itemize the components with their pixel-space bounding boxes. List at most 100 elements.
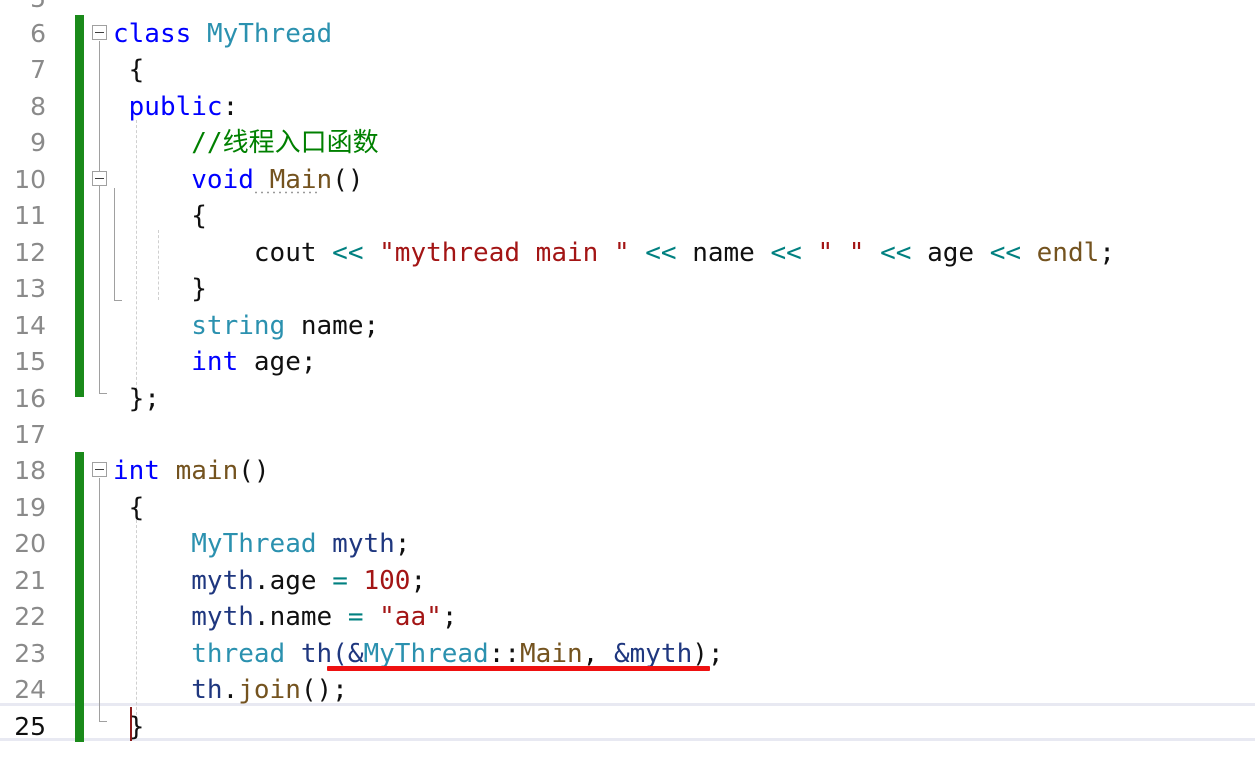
token-comment-thread-entry: //线程入口函数 [191, 128, 379, 158]
token-brace-open-class: { [128, 55, 145, 85]
code-line-9[interactable]: //线程入口函数 [113, 125, 379, 161]
token-member-name-22: name [269, 602, 333, 632]
line-number-18: 18 [14, 456, 46, 485]
token-brace-open-main: { [128, 493, 145, 523]
token-comma-23: , [582, 639, 599, 669]
token-semicolon-22: ; [441, 602, 458, 632]
token-ampersand-2: & [613, 639, 630, 669]
line-number-23: 23 [14, 639, 46, 668]
token-type-mythread-decl: MyThread [191, 529, 317, 559]
code-line-12[interactable]: cout << "mythread main " << name << " " … [113, 235, 1115, 271]
token-endl: endl [1036, 238, 1100, 268]
token-number-100: 100 [363, 566, 411, 596]
token-parens-join: (); [300, 675, 348, 705]
line-number-5: 5 [0, 0, 46, 17]
token-semicolon-20: ; [394, 529, 411, 559]
text-caret [130, 707, 132, 741]
token-local-th: th [300, 639, 333, 669]
token-semicolon-15: ; [300, 347, 317, 377]
token-operator-insert-3: << [770, 238, 802, 268]
code-line-13[interactable]: } [113, 271, 207, 307]
token-member-name: name [692, 238, 755, 268]
change-bar-segment-2 [75, 452, 84, 742]
token-keyword-void: void [191, 165, 254, 195]
code-line-15[interactable]: int age; [113, 344, 317, 380]
code-line-18[interactable]: int main() [113, 453, 270, 489]
token-operator-assign-21: = [332, 566, 348, 596]
token-keyword-int-field: int [191, 347, 239, 377]
token-field-name: name [300, 311, 364, 341]
code-line-7[interactable]: { [113, 52, 145, 88]
fold-bracket-end-fnmain [99, 721, 107, 722]
code-line-14[interactable]: string name; [113, 308, 379, 344]
token-member-age-21: age [269, 566, 317, 596]
line-number-25: 25 [14, 712, 46, 741]
code-line-11[interactable]: { [113, 198, 207, 234]
code-line-25[interactable]: } [113, 709, 145, 745]
token-function-join: join [238, 675, 301, 705]
token-type-thread: thread [191, 639, 286, 669]
token-keyword-int-main: int [113, 456, 160, 486]
token-dot-24: . [222, 675, 239, 705]
token-brace-close-class: }; [128, 384, 160, 414]
token-dot-22: . [253, 602, 270, 632]
code-line-16[interactable]: }; [113, 381, 160, 417]
fold-toggle-class-mythread[interactable] [92, 25, 107, 40]
token-keyword-class: class [113, 19, 192, 49]
token-brace-close-method: } [191, 274, 207, 304]
token-close-paren-semicolon-23: ); [692, 639, 724, 669]
code-line-10[interactable]: void Main() [113, 162, 364, 198]
code-line-19[interactable]: { [113, 490, 145, 526]
token-string-aa: "aa" [379, 602, 442, 632]
token-operator-insert-1: << [332, 238, 364, 268]
code-line-6[interactable]: class MyThread [113, 16, 332, 52]
fold-bracket-line-class [99, 41, 100, 393]
token-ampersand-1: & [347, 639, 364, 669]
token-stream-cout: cout [253, 238, 317, 268]
fold-toggle-method-main[interactable] [92, 171, 107, 186]
code-line-24[interactable]: th.join(); [113, 672, 348, 708]
token-semicolon-14: ; [363, 311, 380, 341]
token-operator-insert-5: << [989, 238, 1021, 268]
token-brace-open-method: { [191, 201, 207, 231]
token-local-myth-22: myth [191, 602, 254, 632]
line-number-24: 24 [14, 675, 46, 704]
code-line-21[interactable]: myth.age = 100; [113, 563, 426, 599]
token-dot-21: . [253, 566, 270, 596]
token-member-age: age [927, 238, 975, 268]
token-operator-insert-2: << [645, 238, 677, 268]
line-number-9: 9 [30, 128, 46, 157]
token-local-myth-23: myth [629, 639, 693, 669]
current-line-highlight [0, 703, 1255, 741]
line-number-15: 15 [14, 347, 46, 376]
line-number-7: 7 [30, 55, 46, 84]
token-function-main: main [175, 456, 239, 486]
line-number-17: 17 [14, 420, 46, 449]
token-colon-public: : [222, 92, 239, 122]
fold-bracket-line-fnmain [99, 478, 100, 721]
line-number-22: 22 [14, 602, 46, 631]
red-underline-annotation [327, 666, 710, 671]
line-number-8: 8 [30, 92, 46, 121]
code-line-20[interactable]: MyThread myth; [113, 526, 410, 562]
line-number-21: 21 [14, 566, 46, 595]
token-scope-resolution: :: [488, 639, 521, 669]
token-string-mythread-main: "mythread main " [379, 238, 630, 268]
change-bar-segment-1 [75, 15, 84, 397]
code-line-8[interactable]: public: [113, 89, 239, 125]
line-number-12: 12 [14, 238, 46, 267]
line-number-13: 13 [14, 274, 46, 303]
quick-action-dots-icon[interactable] [253, 191, 317, 194]
line-number-16: 16 [14, 384, 46, 413]
code-line-22[interactable]: myth.name = "aa"; [113, 599, 457, 635]
fold-bracket-end-class [99, 393, 107, 394]
token-parens-main-method: () [332, 165, 364, 195]
line-number-6: 6 [30, 19, 46, 48]
line-number-14: 14 [14, 311, 46, 340]
code-editor[interactable]: 5 6 7 8 9 10 11 12 13 14 15 16 17 18 19 … [0, 0, 1255, 760]
token-operator-assign-22: = [347, 602, 364, 632]
token-local-th-24: th [191, 675, 223, 705]
fold-toggle-function-main[interactable] [92, 462, 107, 477]
line-number-19: 19 [14, 493, 46, 522]
token-semicolon-21: ; [410, 566, 427, 596]
